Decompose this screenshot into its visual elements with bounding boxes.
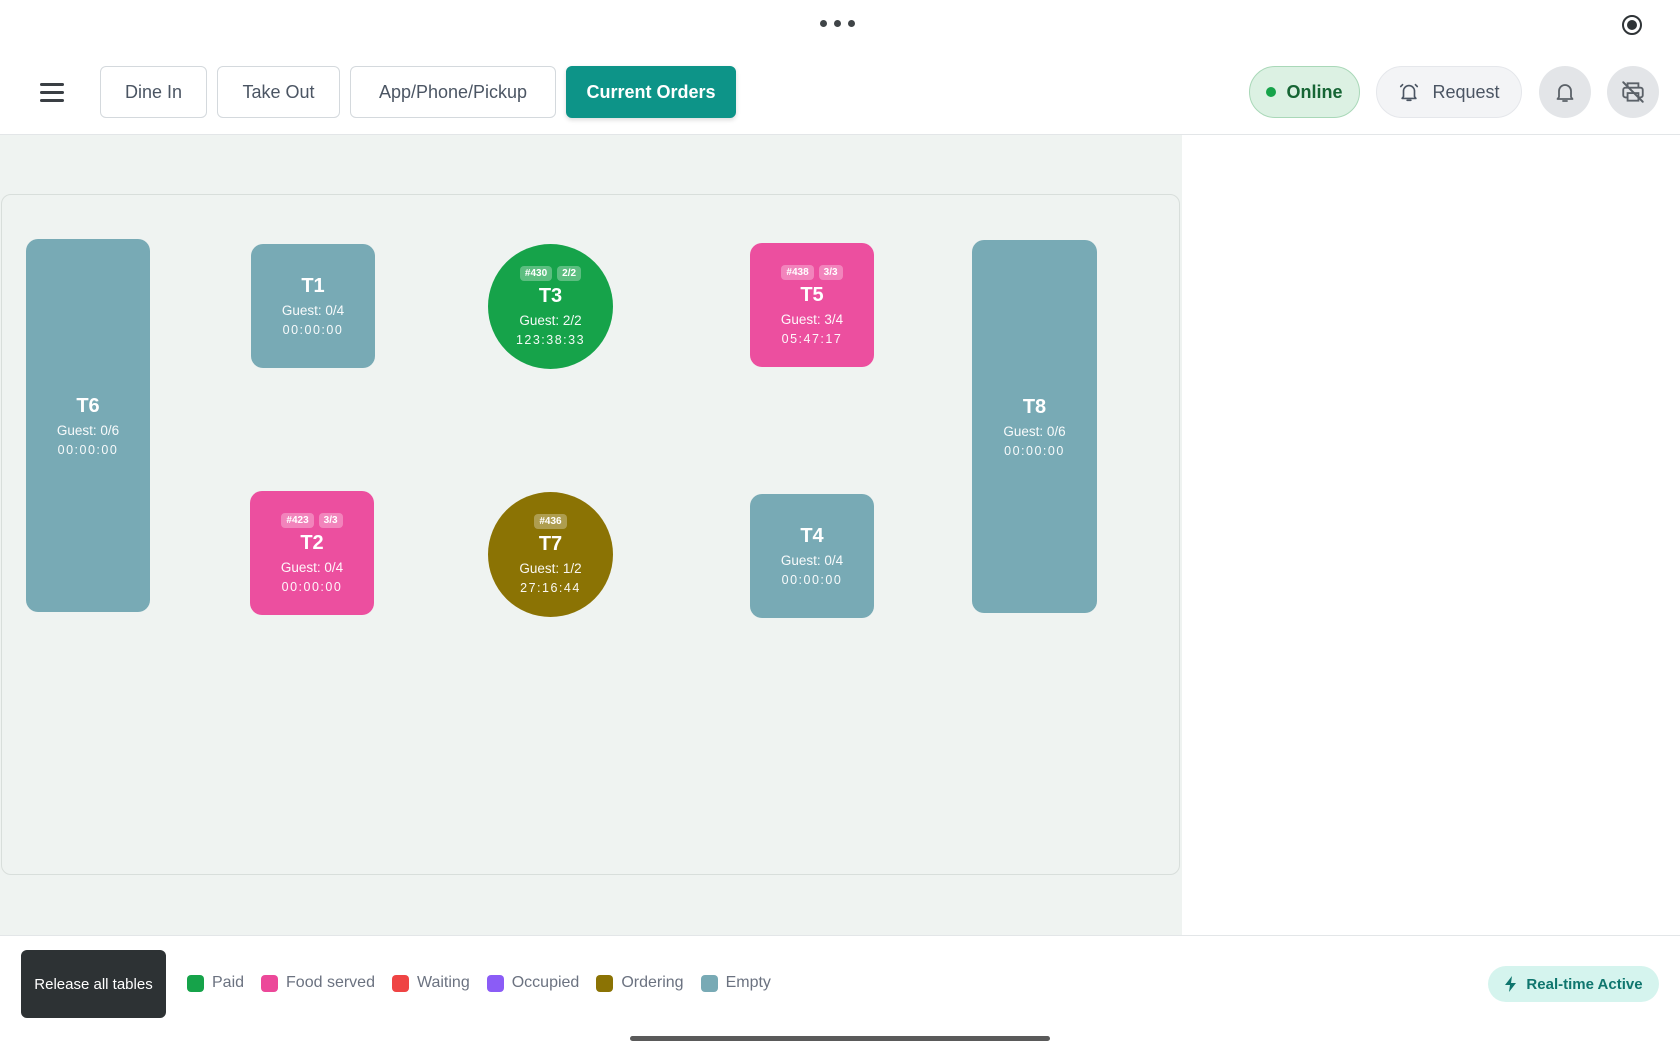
table-t4[interactable]: T4 Guest: 0/4 00:00:00 bbox=[750, 494, 874, 618]
served-count-badge: 3/3 bbox=[818, 264, 843, 280]
request-button[interactable]: Request bbox=[1376, 66, 1522, 118]
table-t7[interactable]: #436 T7 Guest: 1/2 27:16:44 bbox=[488, 492, 613, 617]
legend-label: Empty bbox=[725, 974, 771, 991]
table-t3[interactable]: #430 2/2 T3 Guest: 2/2 123:38:33 bbox=[488, 244, 613, 369]
notification-button[interactable] bbox=[1539, 66, 1591, 118]
table-timer: 00:00:00 bbox=[1004, 443, 1065, 458]
request-label: Request bbox=[1432, 81, 1500, 102]
table-name: T4 bbox=[800, 525, 824, 547]
order-number-badge: #438 bbox=[781, 264, 814, 280]
table-timer: 05:47:17 bbox=[781, 331, 843, 346]
legend-item-empty: Empty bbox=[700, 974, 771, 992]
legend-label: Ordering bbox=[621, 974, 684, 991]
more-dots-icon[interactable] bbox=[820, 20, 855, 27]
home-indicator[interactable] bbox=[630, 1036, 1050, 1041]
screen-record-icon bbox=[1622, 15, 1642, 35]
legend-label: Occupied bbox=[511, 974, 580, 991]
table-t2[interactable]: #423 3/3 T2 Guest: 0/4 00:00:00 bbox=[250, 491, 374, 615]
legend-swatch bbox=[700, 974, 718, 992]
legend-swatch bbox=[391, 974, 409, 992]
legend-swatch bbox=[261, 974, 279, 992]
table-name: T2 bbox=[300, 531, 324, 554]
printer-offline-button[interactable] bbox=[1607, 66, 1659, 118]
top-nav: Dine In Take Out App/Phone/Pickup Curren… bbox=[0, 52, 1680, 135]
table-guest-count: Guest: 0/4 bbox=[780, 553, 844, 568]
table-timer: 00:00:00 bbox=[282, 323, 344, 337]
legend-label: Paid bbox=[212, 974, 245, 991]
legend-item-ordering: Ordering bbox=[596, 974, 684, 992]
table-guest-count: Guest: 0/6 bbox=[56, 422, 120, 438]
table-timer: 123:38:33 bbox=[515, 333, 586, 347]
table-guest-count: Guest: 3/4 bbox=[780, 311, 844, 327]
realtime-label: Real-time Active bbox=[1526, 975, 1643, 993]
online-status-badge[interactable]: Online bbox=[1249, 66, 1360, 118]
online-dot-icon bbox=[1266, 87, 1277, 97]
table-t1[interactable]: T1 Guest: 0/4 00:00:00 bbox=[251, 244, 375, 368]
served-count-badge: 3/3 bbox=[318, 512, 343, 528]
printer-off-icon bbox=[1622, 81, 1644, 103]
alarm-bell-icon bbox=[1400, 83, 1419, 102]
table-guest-count: Guest: 0/6 bbox=[1003, 423, 1066, 439]
status-legend: Paid Food served Waiting Occupied Orderi… bbox=[187, 974, 788, 992]
table-guest-count: Guest: 1/2 bbox=[519, 561, 582, 576]
tab-dine-in[interactable]: Dine In bbox=[100, 66, 207, 118]
table-guest-count: Guest: 0/4 bbox=[280, 559, 344, 575]
status-bar bbox=[0, 0, 1680, 52]
tab-take-out[interactable]: Take Out bbox=[217, 66, 340, 118]
online-label: Online bbox=[1286, 81, 1343, 102]
legend-label: Waiting bbox=[416, 974, 470, 991]
table-t5[interactable]: #438 3/3 T5 Guest: 3/4 05:47:17 bbox=[750, 243, 874, 367]
legend-label: Food served bbox=[286, 974, 375, 991]
legend-item-food-served: Food served bbox=[261, 974, 375, 992]
order-number-badge: #423 bbox=[281, 512, 314, 528]
legend-item-waiting: Waiting bbox=[391, 974, 470, 992]
legend-swatch bbox=[596, 974, 614, 992]
table-t8[interactable]: T8 Guest: 0/6 00:00:00 bbox=[972, 240, 1097, 613]
legend-swatch bbox=[187, 974, 204, 992]
table-name: T5 bbox=[800, 283, 824, 306]
legend-item-paid: Paid bbox=[187, 974, 244, 992]
table-timer: 00:00:00 bbox=[281, 579, 343, 594]
served-count-badge: 2/2 bbox=[557, 266, 582, 281]
bell-icon bbox=[1556, 84, 1574, 102]
realtime-status-badge: Real-time Active bbox=[1488, 966, 1659, 1002]
table-guest-count: Guest: 0/4 bbox=[281, 303, 345, 318]
table-name: T3 bbox=[538, 285, 563, 307]
table-t6[interactable]: T6 Guest: 0/6 00:00:00 bbox=[26, 239, 150, 612]
tab-app-phone-pickup[interactable]: App/Phone/Pickup bbox=[350, 66, 556, 118]
order-number-badge: #430 bbox=[519, 266, 553, 281]
table-name: T7 bbox=[538, 533, 563, 555]
order-number-badge: #436 bbox=[534, 514, 567, 529]
lightning-icon bbox=[1505, 976, 1517, 992]
tab-current-orders[interactable]: Current Orders bbox=[566, 66, 736, 118]
bottom-bar: Release all tables Paid Food served Wait… bbox=[0, 935, 1680, 1051]
table-name: T8 bbox=[1022, 395, 1047, 418]
hamburger-menu-icon[interactable] bbox=[38, 78, 66, 108]
legend-item-occupied: Occupied bbox=[486, 974, 580, 992]
table-guest-count: Guest: 2/2 bbox=[519, 313, 582, 328]
table-name: T6 bbox=[76, 394, 100, 417]
table-timer: 27:16:44 bbox=[520, 581, 581, 595]
table-timer: 00:00:00 bbox=[781, 573, 843, 587]
order-detail-panel bbox=[1182, 135, 1680, 935]
legend-swatch bbox=[486, 974, 504, 992]
release-all-tables-button[interactable]: Release all tables bbox=[21, 950, 166, 1018]
table-timer: 00:00:00 bbox=[57, 442, 119, 457]
table-name: T1 bbox=[301, 275, 325, 297]
